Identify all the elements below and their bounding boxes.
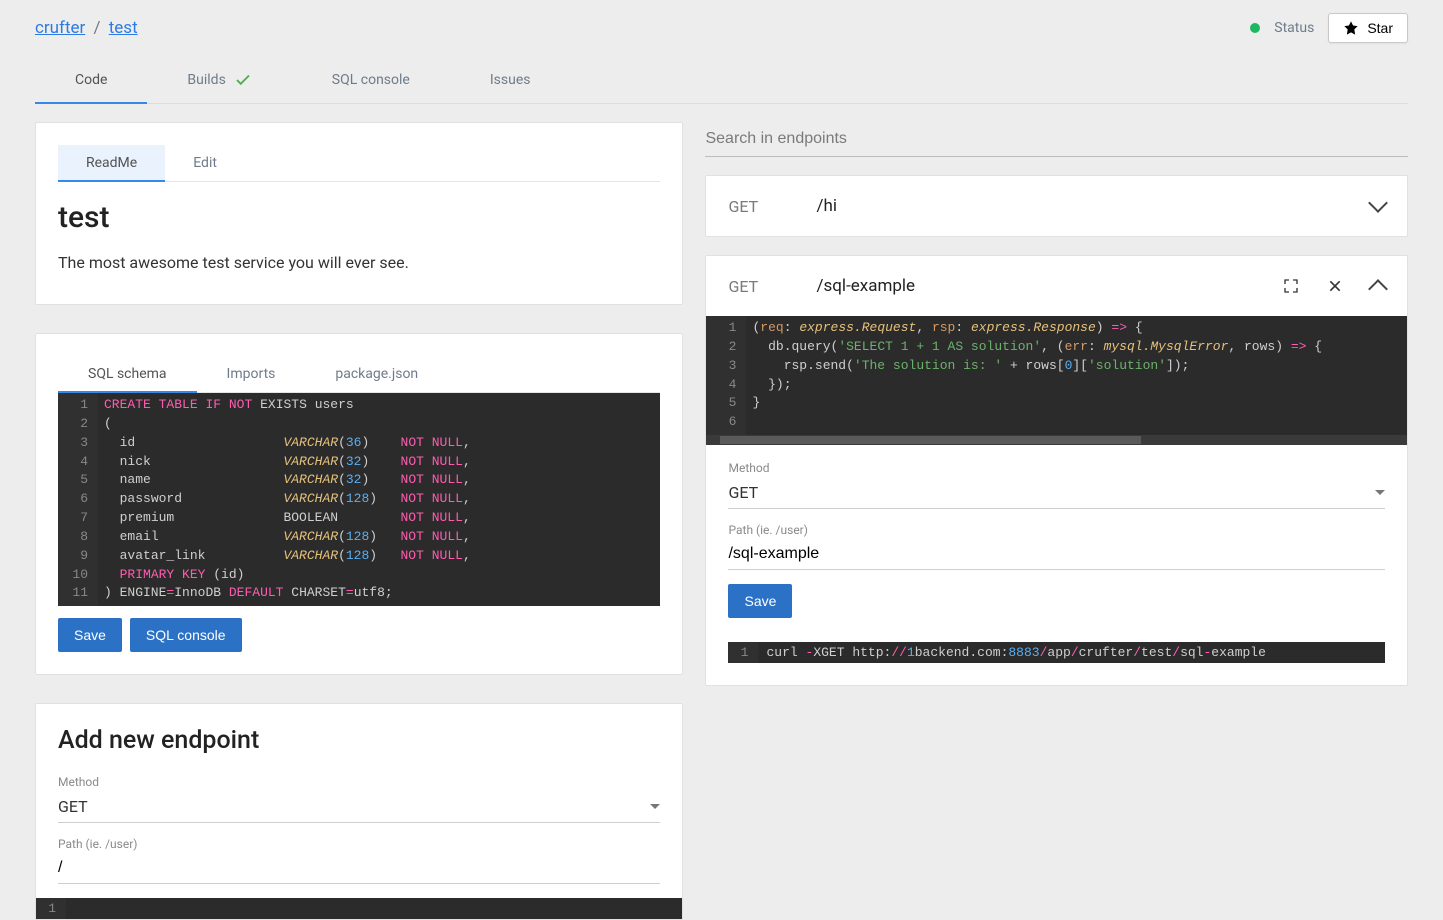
tab-sql-console[interactable]: SQL console	[292, 56, 450, 103]
method-select[interactable]: GET	[58, 791, 660, 823]
caret-down-icon	[1375, 490, 1385, 495]
status-text: Status	[1274, 20, 1314, 36]
star-button[interactable]: Star	[1328, 13, 1408, 43]
breadcrumb: crufter / test	[35, 18, 138, 38]
path-input[interactable]	[58, 853, 660, 884]
main-tabs: Code Builds SQL console Issues	[35, 56, 1408, 104]
schema-card: SQL schema Imports package.json 12345678…	[35, 333, 683, 675]
add-endpoint-card: Add new endpoint Method GET Path (ie. /u…	[35, 703, 683, 920]
save-button[interactable]: Save	[58, 618, 122, 652]
ep-path-input[interactable]	[728, 539, 1385, 570]
ep-path-label: Path (ie. /user)	[728, 523, 1385, 537]
page-title: test	[58, 200, 660, 235]
endpoint-method: GET	[728, 277, 798, 296]
editor-scrollbar[interactable]	[706, 435, 1407, 445]
endpoint-sql-header[interactable]: GET /sql-example	[706, 256, 1407, 316]
breadcrumb-repo-link[interactable]: test	[109, 18, 138, 38]
subtab-readme[interactable]: ReadMe	[58, 145, 165, 181]
star-icon	[1343, 20, 1359, 36]
add-endpoint-title: Add new endpoint	[58, 726, 660, 755]
tab-issues[interactable]: Issues	[450, 56, 571, 103]
new-endpoint-editor[interactable]: 1	[36, 898, 682, 919]
curl-preview: 1 curl -XGET http://1backend.com:8883/ap…	[728, 642, 1385, 663]
tab-builds[interactable]: Builds	[147, 56, 291, 103]
star-button-label: Star	[1367, 20, 1393, 36]
breadcrumb-owner-link[interactable]: crufter	[35, 18, 85, 38]
subtab-edit[interactable]: Edit	[165, 145, 245, 181]
breadcrumb-sep: /	[94, 18, 101, 38]
check-icon	[234, 71, 252, 89]
endpoint-method: GET	[728, 197, 798, 216]
ep-method-label: Method	[728, 461, 1385, 475]
endpoint-path: /hi	[816, 196, 1353, 216]
sql-editor[interactable]: 1234567891011 CREATE TABLE IF NOT EXISTS…	[58, 393, 660, 606]
readme-description: The most awesome test service you will e…	[58, 253, 660, 272]
sql-gutter: 1234567891011	[58, 393, 98, 606]
caret-down-icon	[650, 804, 660, 809]
endpoint-hi: GET /hi	[705, 175, 1408, 237]
tab-code[interactable]: Code	[35, 56, 147, 103]
sql-console-button[interactable]: SQL console	[130, 618, 242, 652]
path-label: Path (ie. /user)	[58, 837, 660, 851]
endpoint-path: /sql-example	[816, 276, 1265, 296]
status-indicator-icon	[1250, 23, 1260, 33]
search-input[interactable]	[705, 122, 1408, 157]
endpoint-code-editor[interactable]: 123456 (req: express.Request, rsp: expre…	[706, 316, 1407, 435]
chevron-up-icon[interactable]	[1371, 276, 1385, 296]
method-label: Method	[58, 775, 660, 789]
fullscreen-icon[interactable]	[1283, 278, 1299, 294]
endpoint-hi-header[interactable]: GET /hi	[706, 176, 1407, 236]
ep-save-button[interactable]: Save	[728, 584, 792, 618]
schematab-imports[interactable]: Imports	[197, 356, 306, 392]
js-code[interactable]: (req: express.Request, rsp: express.Resp…	[746, 316, 1407, 435]
schematab-package[interactable]: package.json	[305, 356, 448, 392]
js-gutter: 123456	[706, 316, 746, 435]
schematab-sql[interactable]: SQL schema	[58, 356, 197, 392]
header-bar: crufter / test Status Star	[35, 0, 1408, 56]
ep-method-select[interactable]: GET	[728, 477, 1385, 509]
sql-code[interactable]: CREATE TABLE IF NOT EXISTS users ( id VA…	[98, 393, 660, 606]
endpoint-sql-example: GET /sql-example 123456	[705, 255, 1408, 686]
chevron-down-icon[interactable]	[1371, 202, 1385, 210]
readme-card: ReadMe Edit test The most awesome test s…	[35, 122, 683, 305]
close-icon[interactable]	[1327, 278, 1343, 294]
